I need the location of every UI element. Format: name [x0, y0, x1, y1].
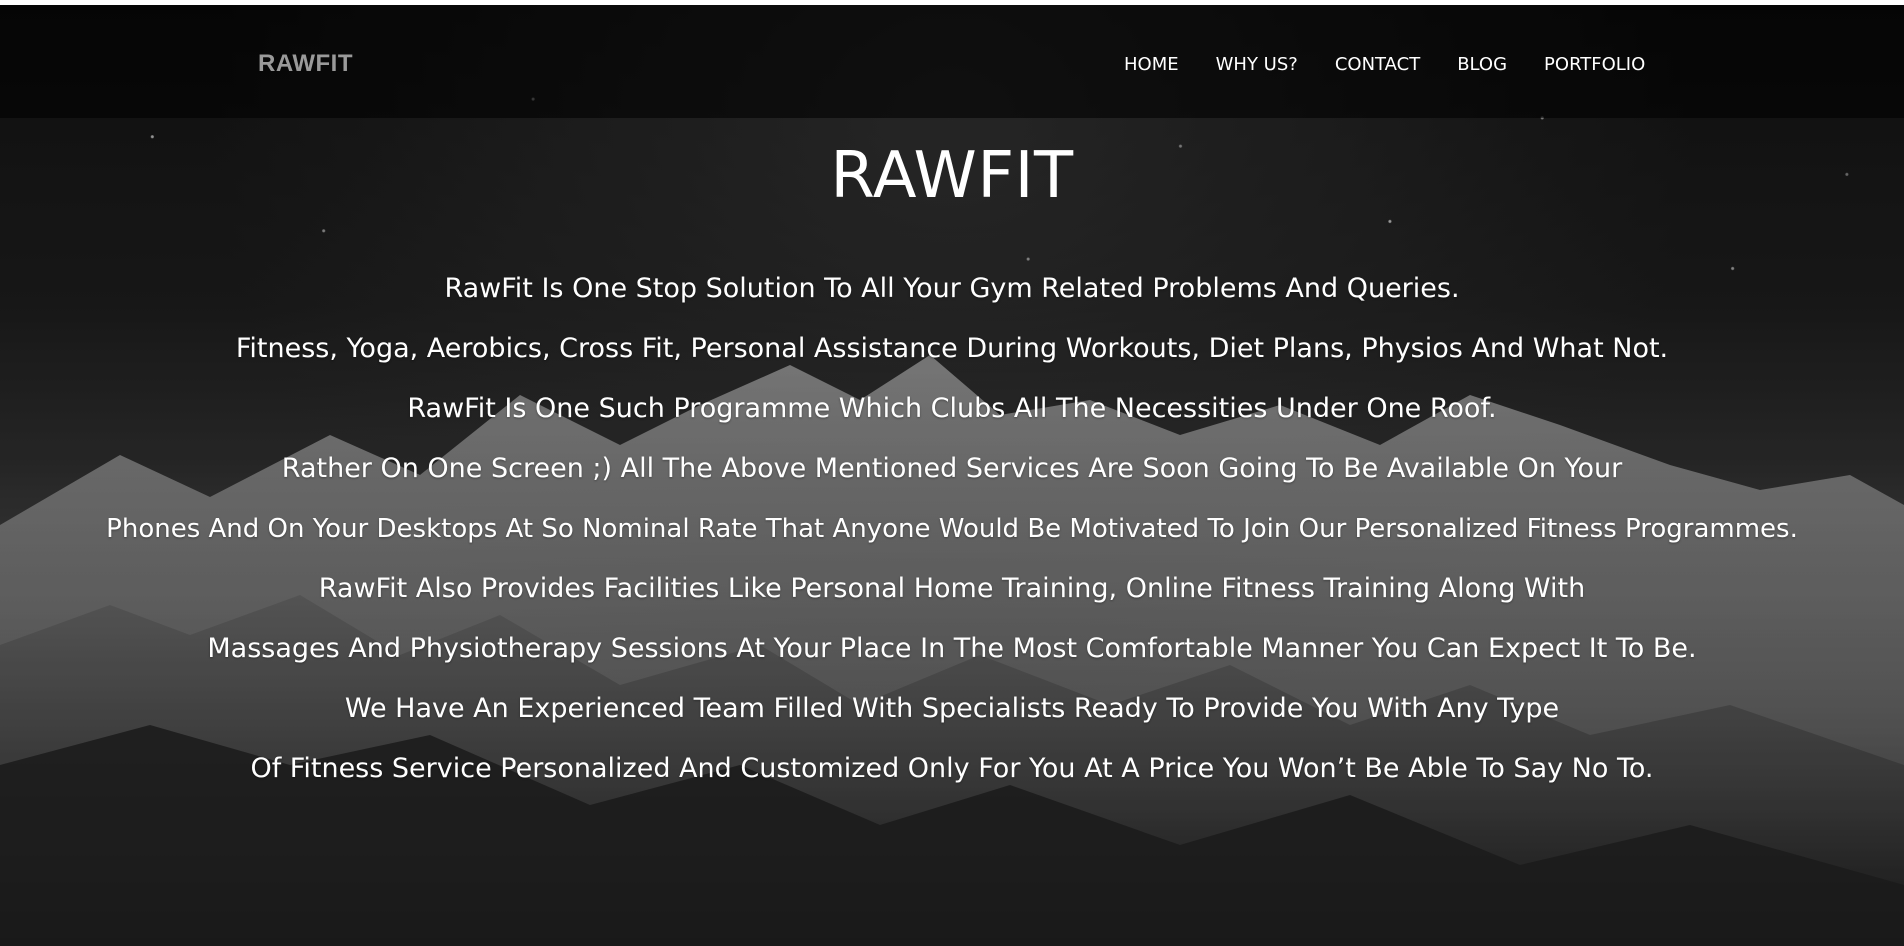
primary-nav: HOME WHY US? CONTACT BLOG PORTFOLIO	[1124, 56, 1645, 74]
hero-content: RAWFIT RawFit Is One Stop Solution To Al…	[0, 139, 1904, 799]
hero-line-5: Phones And On Your Desktops At So Nomina…	[106, 514, 1798, 544]
brand-logo-text[interactable]: RAWFIT	[258, 52, 353, 76]
top-navigation-bar: RAWFIT HOME WHY US? CONTACT BLOG PORTFOL…	[0, 5, 1904, 118]
hero-line-9: Of Fitness Service Personalized And Cust…	[250, 753, 1654, 784]
hero-line-6: RawFit Also Provides Facilities Like Per…	[318, 573, 1586, 604]
nav-contact-link[interactable]: CONTACT	[1335, 56, 1420, 74]
hero-line-1: RawFit Is One Stop Solution To All Your …	[444, 273, 1460, 304]
nav-home-link[interactable]: HOME	[1124, 56, 1179, 74]
nav-portfolio-link[interactable]: PORTFOLIO	[1544, 56, 1645, 74]
hero-description: RawFit Is One Stop Solution To All Your …	[0, 259, 1904, 799]
hero-line-7: Massages And Physiotherapy Sessions At Y…	[207, 633, 1697, 664]
hero-line-8: We Have An Experienced Team Filled With …	[344, 693, 1560, 724]
hero-line-2: Fitness, Yoga, Aerobics, Cross Fit, Pers…	[235, 333, 1669, 364]
hero-line-4: Rather On One Screen ;) All The Above Me…	[281, 453, 1623, 484]
hero-title: RAWFIT	[830, 139, 1074, 213]
hero-line-3: RawFit Is One Such Programme Which Clubs…	[407, 393, 1497, 424]
nav-why-us-link[interactable]: WHY US?	[1216, 56, 1298, 74]
page: RAWFIT HOME WHY US? CONTACT BLOG PORTFOL…	[0, 0, 1904, 946]
nav-blog-link[interactable]: BLOG	[1457, 56, 1507, 74]
